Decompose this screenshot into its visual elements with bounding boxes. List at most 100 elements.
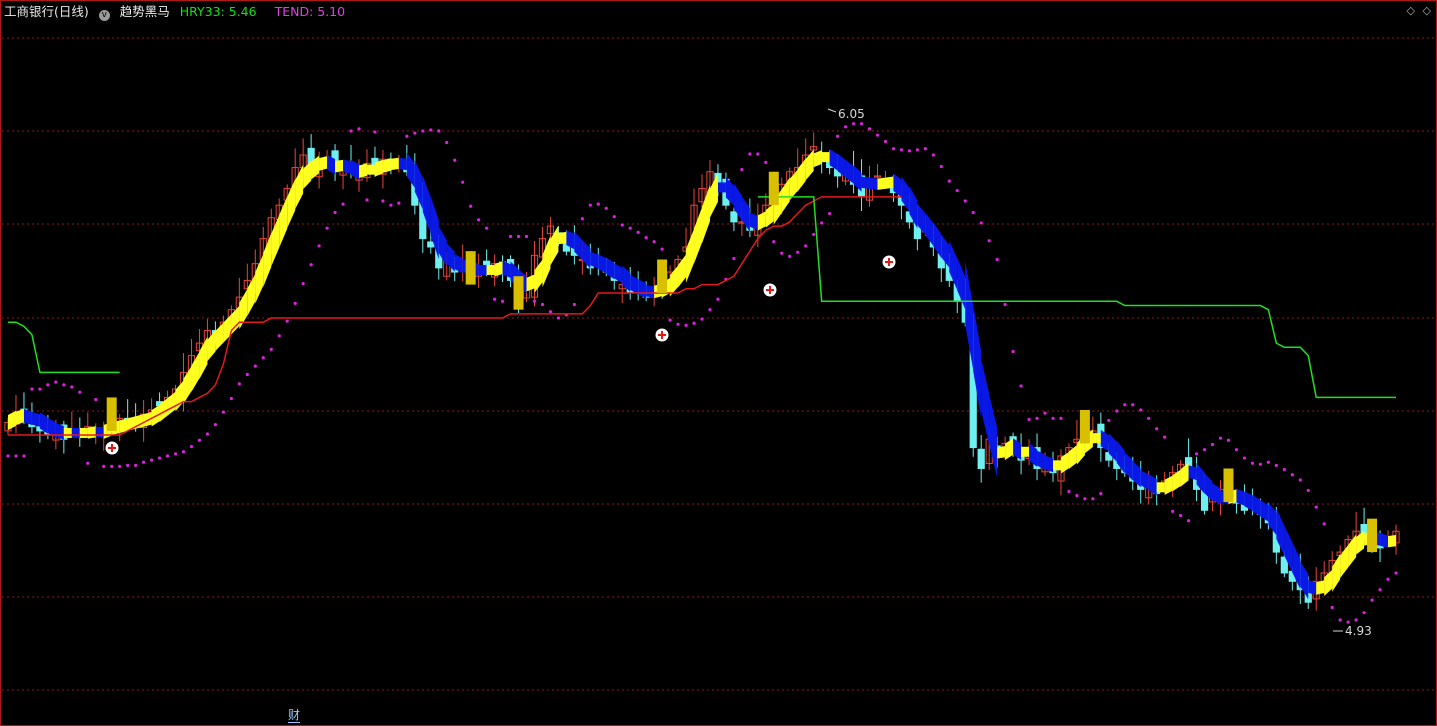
trend-dot: [1330, 605, 1334, 610]
band-segment: [287, 179, 296, 229]
band-segment: [31, 412, 40, 427]
trend-dot: [325, 226, 329, 230]
band-segment: [550, 225, 559, 266]
trend-dot: [1354, 618, 1358, 622]
candle-body: [977, 448, 985, 469]
band-segment: [694, 207, 702, 264]
band-segment: [933, 222, 942, 258]
candle-body: [427, 241, 435, 248]
band-segment: [191, 351, 200, 392]
band-segment: [406, 152, 415, 188]
trend-dot: [86, 461, 90, 465]
band-segment: [1332, 554, 1341, 592]
trend-dot: [293, 301, 297, 305]
trend-dot: [413, 131, 417, 135]
trend-dot: [1314, 505, 1318, 509]
trend-dot: [237, 382, 241, 386]
trend-dot: [843, 125, 848, 129]
band-segment: [390, 157, 399, 171]
band-segment: [430, 196, 439, 260]
trend-dot: [1386, 577, 1390, 581]
trend-dot: [181, 450, 186, 454]
band-segment: [79, 427, 88, 438]
band-segment: [670, 265, 679, 297]
finance-tag[interactable]: 财: [288, 708, 301, 723]
trend-dot: [636, 230, 640, 234]
signal-bar: [768, 171, 779, 206]
trend-dot: [883, 139, 888, 144]
band-segment: [989, 394, 998, 478]
band-segment: [1132, 461, 1141, 488]
trend-dot: [588, 203, 592, 207]
trend-dot: [357, 127, 361, 131]
trend-dot: [373, 130, 377, 134]
band-segment: [207, 330, 216, 362]
band-segment: [366, 164, 375, 175]
trend-dot: [851, 122, 856, 126]
trend-dot: [78, 390, 82, 394]
band-segment: [1292, 542, 1301, 590]
band-segment: [997, 446, 1006, 459]
trend-dot: [1322, 522, 1326, 526]
trend-dot: [820, 221, 824, 225]
trend-dot: [1306, 488, 1310, 493]
trend-dot: [684, 323, 688, 327]
band-segment: [1260, 500, 1269, 522]
trend-dot: [421, 129, 425, 133]
trend-dot: [1298, 478, 1302, 482]
band-segment: [805, 149, 814, 181]
band-segment: [1021, 446, 1030, 457]
band-segment: [167, 391, 176, 416]
trend-dot: [971, 210, 975, 215]
trend-dot: [62, 383, 66, 387]
band-segment: [398, 157, 407, 171]
band-segment: [215, 322, 224, 352]
band-segment: [861, 176, 870, 189]
trend-dot: [1226, 438, 1231, 442]
band-segment: [343, 159, 352, 174]
band-segment: [8, 410, 16, 431]
band-segment: [598, 254, 607, 274]
band-segment: [23, 408, 32, 426]
trend-dot: [923, 147, 927, 151]
trend-dot: [979, 221, 983, 225]
trend-dot: [1147, 416, 1151, 420]
trend-dot: [532, 299, 537, 303]
trend-dot: [1019, 384, 1023, 388]
trend-dot: [365, 198, 369, 202]
trend-dot: [1091, 497, 1095, 501]
band-segment: [319, 156, 328, 171]
band-segment: [582, 240, 591, 269]
band-segment: [1356, 530, 1365, 555]
band-segment: [1340, 544, 1349, 578]
trend-dot: [676, 322, 680, 326]
band-segment: [271, 215, 280, 267]
trend-dot: [134, 463, 138, 467]
band-segment: [486, 264, 495, 275]
trend-dot: [907, 149, 912, 153]
band-segment: [853, 165, 862, 192]
signal-bar: [1223, 468, 1234, 502]
signal-bar: [1079, 409, 1090, 444]
trend-dot: [253, 364, 257, 368]
band-segment: [1045, 455, 1053, 473]
band-segment: [1052, 460, 1061, 471]
band-segment: [1068, 445, 1077, 469]
trend-dot: [1051, 416, 1055, 420]
trend-dot: [1338, 618, 1342, 622]
price-chart[interactable]: 6.05 4.93: [0, 0, 1437, 726]
trend-dot: [213, 423, 218, 427]
band-segment: [757, 211, 766, 231]
signal-bar: [465, 251, 476, 285]
trend-dot: [309, 263, 313, 267]
trend-dot: [836, 134, 840, 138]
band-segment: [303, 160, 312, 190]
trend-dot: [6, 454, 10, 458]
trend-dot: [987, 239, 991, 243]
trend-dot: [349, 129, 353, 133]
trend-dot: [205, 432, 210, 436]
trend-dot: [429, 128, 433, 132]
trend-dot: [317, 244, 321, 248]
band-segment: [638, 279, 647, 299]
band-segment: [1156, 482, 1165, 493]
